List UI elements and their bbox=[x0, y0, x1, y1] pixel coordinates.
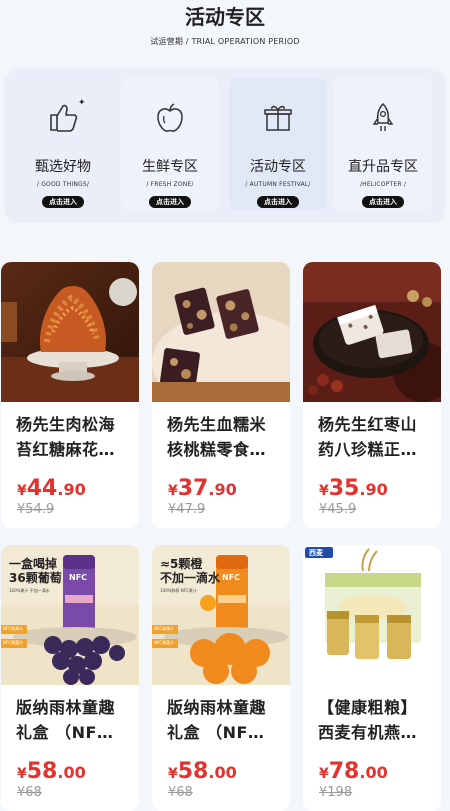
product-name: 版纳雨林童趣 礼盒 （NF… bbox=[16, 698, 116, 742]
product-image bbox=[1, 262, 139, 402]
promo-headline: ≈5颗橙 不加一滴水 bbox=[160, 557, 221, 585]
original-price: ¥54.9 bbox=[17, 502, 55, 517]
bottle-label: NFC bbox=[222, 573, 241, 582]
section-header: 活动专区 试运营期 / TRIAL OPERATION PERIOD bbox=[0, 0, 450, 47]
promo-headline: 一盒喝掉 36颗葡萄 bbox=[9, 557, 62, 585]
product-card[interactable]: ≈5颗橙 不加一滴水 100%鲜榨 NFC果汁 NFC NFC纯果汁 NFC果蔬… bbox=[152, 545, 290, 811]
product-image: 西麦 bbox=[303, 545, 441, 685]
original-price: ¥68 bbox=[168, 785, 193, 800]
enter-button[interactable]: 点击进入 bbox=[362, 196, 404, 208]
category-sub: / AUTUMN FESTIVAL/ bbox=[245, 181, 311, 188]
product-price: ¥58.00 bbox=[168, 759, 237, 784]
promo-note: 100%果汁 不加一滴水 bbox=[9, 588, 50, 593]
category-sub: / GOOD THINGS/ bbox=[36, 181, 90, 188]
original-price: ¥68 bbox=[17, 785, 42, 800]
category-label: 甄选好物 bbox=[35, 159, 91, 175]
product-price: ¥37.90 bbox=[168, 476, 237, 501]
product-image bbox=[303, 262, 441, 402]
category-sub: /HELICOPTER / bbox=[359, 181, 407, 188]
badge: NFC纯果汁 bbox=[3, 626, 24, 631]
product-card[interactable]: 一盒喝掉 36颗葡萄 100%果汁 不加一滴水 NFC NFC纯果汁 NFC果蔬… bbox=[1, 545, 139, 811]
product-image: 一盒喝掉 36颗葡萄 100%果汁 不加一滴水 NFC NFC纯果汁 NFC果蔬… bbox=[1, 545, 139, 685]
original-price: ¥198 bbox=[319, 785, 353, 800]
product-name: 杨先生肉松海 苔红糖麻花… bbox=[16, 415, 116, 459]
thumbs-up-icon: ✦ bbox=[14, 98, 112, 136]
bottle-label: NFC bbox=[69, 573, 88, 582]
product-price: ¥78.00 bbox=[319, 759, 388, 784]
promo-note: 100%鲜榨 NFC果汁 bbox=[160, 588, 197, 593]
category-label: 活动专区 bbox=[250, 159, 306, 175]
category-sub: / FRESH ZONE/ bbox=[146, 181, 194, 188]
enter-button[interactable]: 点击进入 bbox=[149, 196, 191, 208]
product-image bbox=[152, 262, 290, 402]
category-good-things[interactable]: ✦ 甄选好物 / GOOD THINGS/ 点击进入 bbox=[14, 78, 112, 210]
badge: NFC果蔬汁 bbox=[154, 640, 175, 645]
badge: NFC果蔬汁 bbox=[3, 640, 24, 645]
enter-button[interactable]: 点击进入 bbox=[257, 196, 299, 208]
product-price: ¥35.90 bbox=[319, 476, 388, 501]
category-panel: ✦ 甄选好物 / GOOD THINGS/ 点击进入 生鲜专区 / FRESH … bbox=[7, 70, 443, 220]
product-name: 杨先生血糯米 核桃糕零食… bbox=[167, 415, 267, 459]
rocket-icon bbox=[334, 100, 432, 136]
page-title: 活动专区 bbox=[185, 5, 265, 29]
category-label: 生鲜专区 bbox=[142, 159, 198, 175]
product-price: ¥58.00 bbox=[17, 759, 86, 784]
gift-icon bbox=[229, 100, 327, 136]
category-helicopter[interactable]: 直升品专区 /HELICOPTER / 点击进入 bbox=[334, 78, 432, 210]
product-card[interactable]: 杨先生血糯米 核桃糕零食… ¥37.90 ¥47.9 bbox=[152, 262, 290, 528]
product-card[interactable]: 西麦 【健康粗粮】 西麦有机燕… ¥78.00 ¥198 bbox=[303, 545, 441, 811]
original-price: ¥47.9 bbox=[168, 502, 206, 517]
brand-logo: 西麦 bbox=[309, 549, 323, 557]
product-name: 杨先生红枣山 药八珍糕正… bbox=[318, 415, 418, 459]
product-image: ≈5颗橙 不加一滴水 100%鲜榨 NFC果汁 NFC NFC纯果汁 NFC果蔬… bbox=[152, 545, 290, 685]
apple-icon bbox=[121, 100, 219, 136]
page-subtitle: 试运营期 / TRIAL OPERATION PERIOD bbox=[150, 37, 300, 46]
product-name: 版纳雨林童趣 礼盒 （NF… bbox=[167, 698, 267, 742]
product-price: ¥44.90 bbox=[17, 476, 86, 501]
badge: NFC纯果汁 bbox=[154, 626, 175, 631]
product-card[interactable]: 杨先生红枣山 药八珍糕正… ¥35.90 ¥45.9 bbox=[303, 262, 441, 528]
product-name: 【健康粗粮】 西麦有机燕… bbox=[318, 698, 418, 742]
product-card[interactable]: 杨先生肉松海 苔红糖麻花… ¥44.90 ¥54.9 bbox=[1, 262, 139, 528]
category-autumn-festival[interactable]: 活动专区 / AUTUMN FESTIVAL/ 点击进入 bbox=[229, 78, 327, 210]
original-price: ¥45.9 bbox=[319, 502, 357, 517]
enter-button[interactable]: 点击进入 bbox=[42, 196, 84, 208]
category-fresh[interactable]: 生鲜专区 / FRESH ZONE/ 点击进入 bbox=[121, 78, 219, 210]
category-label: 直升品专区 bbox=[348, 159, 418, 175]
